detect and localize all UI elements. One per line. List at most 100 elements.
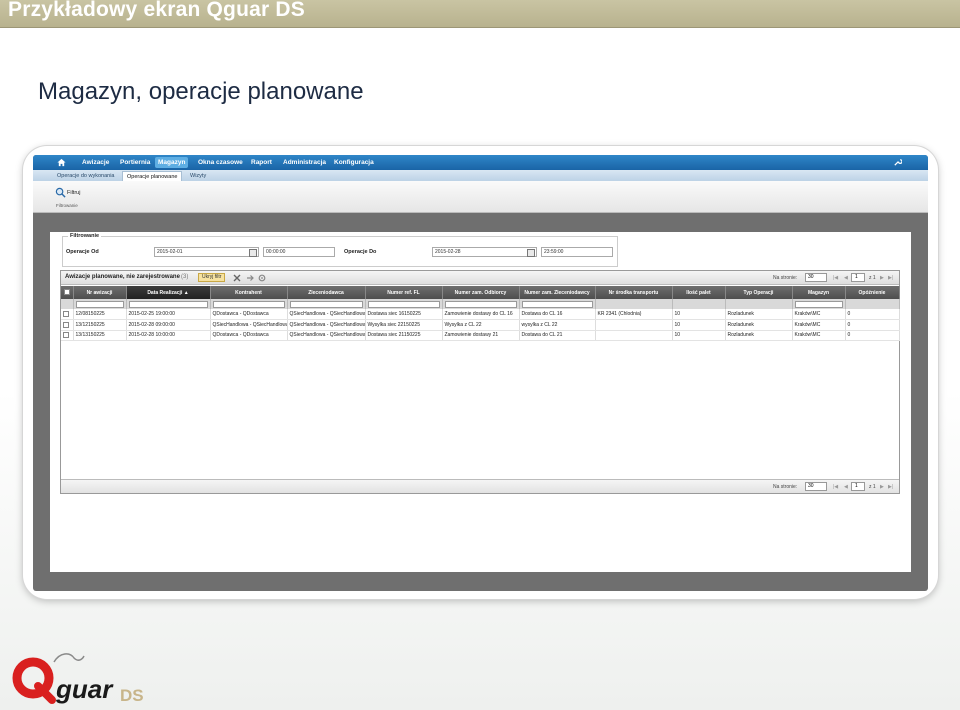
row-select-cell[interactable] (61, 319, 74, 331)
to-date-value: 2015-02-28 (435, 249, 461, 255)
to-date-field[interactable]: 2015-02-28 (432, 247, 537, 257)
row-checkbox[interactable] (63, 321, 69, 328)
export-icon[interactable] (246, 274, 254, 282)
grid-panel: Awizacje planowane, nie zarejestrowane (… (60, 270, 900, 494)
table-cell: 2015-02-25 19:00:00 (126, 309, 211, 320)
table-cell (595, 330, 673, 341)
settings-icon[interactable] (258, 274, 266, 282)
nav-konfiguracja[interactable]: Konfiguracja (331, 157, 377, 168)
prev-page-icon[interactable]: ◀ (844, 484, 848, 490)
col-header-label: Data Realizacji (147, 289, 183, 296)
column-filter[interactable] (126, 299, 211, 309)
clear-icon[interactable] (233, 274, 241, 282)
col-header[interactable]: Numer zam. Odbiorcy (442, 286, 520, 299)
tab-operacje-planowane[interactable]: Operacje planowane (122, 171, 183, 181)
table-cell: QSiecHandlowa - QSiecHandlowa (287, 319, 366, 331)
table-cell: QSiecHandlowa - QSiecHandlowa (287, 330, 366, 341)
calendar-icon[interactable] (527, 249, 535, 257)
select-all-header[interactable] (61, 286, 74, 299)
row-select-cell[interactable] (61, 330, 74, 341)
hide-filter-button[interactable]: Ukryj filtr (198, 273, 226, 282)
sort-asc-icon: ▲ (183, 289, 189, 296)
filter-cell-empty (61, 299, 74, 309)
search-icon (55, 187, 66, 198)
next-page-icon[interactable]: ▶ (880, 275, 884, 281)
from-time-field[interactable]: 00:00:00 (263, 247, 335, 257)
per-page-select[interactable]: 30 (805, 273, 827, 282)
data-table: Nr awizacji Data Realizacji ▲ Kontrahent… (61, 286, 900, 341)
tab-wizyty[interactable]: Wizyty (186, 171, 210, 181)
table-cell: 13/13150225 (73, 330, 127, 341)
col-header[interactable]: Numer zam. Zleceniodawcy (519, 286, 596, 299)
nav-magazyn[interactable]: Magazyn (155, 157, 189, 168)
nav-administracja[interactable]: Administracja (280, 157, 329, 168)
calendar-icon[interactable] (249, 249, 257, 257)
from-date-value: 2015-02-01 (157, 249, 183, 255)
row-checkbox[interactable] (63, 310, 69, 317)
select-all-checkbox[interactable] (63, 289, 70, 296)
col-header[interactable]: Opóźnienie (845, 286, 900, 299)
last-page-icon[interactable]: ▶| (888, 275, 893, 281)
table-cell: Dostawa do CL 21 (519, 330, 596, 341)
per-page-select[interactable]: 30 (805, 482, 827, 491)
from-label: Operacje Od (66, 249, 99, 255)
next-page-icon[interactable]: ▶ (880, 484, 884, 490)
col-header[interactable]: Magazyn (792, 286, 846, 299)
row-select-cell[interactable] (61, 309, 74, 320)
slide-header-bar: Przykładowy ekran Qguar DS (0, 0, 960, 28)
toolbar: Filtruj Filtrowanie (33, 181, 928, 213)
nav-portiernia[interactable]: Portiernia (117, 157, 153, 168)
prev-page-icon[interactable]: ◀ (844, 275, 848, 281)
table-cell: QDostawca - QDostawca (210, 309, 288, 320)
from-date-field[interactable]: 2015-02-01 (154, 247, 259, 257)
col-header[interactable]: Nr awizacji (73, 286, 127, 299)
page-input[interactable]: 1 (851, 273, 865, 282)
table-row[interactable]: 13/12150225 2015-02-28 09:00:00 QSiecHandl… (61, 319, 900, 331)
column-filter[interactable] (73, 299, 127, 309)
col-header[interactable]: Typ Operacji (725, 286, 793, 299)
table-cell: Zamowienie dostawy do CL 16 (442, 309, 520, 320)
row-checkbox[interactable] (63, 332, 69, 339)
filter-button[interactable]: Filtruj Filtrowanie (53, 184, 85, 210)
col-header[interactable]: Zleceniodawca (287, 286, 366, 299)
col-header[interactable]: Ilość palet (672, 286, 726, 299)
column-filter[interactable] (287, 299, 366, 309)
col-header[interactable]: Nr środka transportu (595, 286, 673, 299)
column-filter[interactable] (442, 299, 520, 309)
table-cell: 2015-02-28 09:00:00 (126, 319, 211, 331)
sub-nav: Operacje do wykonania Operacje planowane… (33, 170, 928, 181)
to-time-field[interactable]: 23:59:00 (541, 247, 613, 257)
filter-button-label: Filtruj (67, 190, 81, 196)
column-filter[interactable] (365, 299, 443, 309)
col-header[interactable]: Kontrahent (210, 286, 288, 299)
table-cell: Kraków\MC (792, 309, 846, 320)
column-filter (672, 299, 726, 309)
from-time-value: 00:00:00 (266, 249, 286, 255)
nav-raport[interactable]: Raport (248, 157, 275, 168)
col-header[interactable]: Numer ref. FL (365, 286, 443, 299)
home-icon[interactable] (57, 158, 66, 167)
column-filter[interactable] (792, 299, 846, 309)
per-page-label: Na stronie: (773, 275, 798, 281)
table-cell: Wysylka siec 22150225 (365, 319, 443, 331)
last-page-icon[interactable]: ▶| (888, 484, 893, 490)
slide-header: Przykładowy ekran Qguar DS (8, 0, 305, 21)
column-filter[interactable] (519, 299, 596, 309)
first-page-icon[interactable]: |◀ (833, 484, 838, 490)
nav-okna-czasowe[interactable]: Okna czasowe (195, 157, 246, 168)
column-filter (845, 299, 900, 309)
tab-operacje-do-wykonania[interactable]: Operacje do wykonania (53, 171, 118, 181)
col-header-sorted[interactable]: Data Realizacji ▲ (126, 286, 211, 299)
table-cell: QSiecHandlowa - QSiecHandlowa (210, 319, 288, 331)
logo-suffix: DS (120, 686, 144, 705)
table-cell: QDostawca - QDostawca (210, 330, 288, 341)
first-page-icon[interactable]: |◀ (833, 275, 838, 281)
column-filter[interactable] (210, 299, 288, 309)
table-cell: Dostawa siec 21150225 (365, 330, 443, 341)
table-row[interactable]: 13/13150225 2015-02-28 10:00:00 QDostawca … (61, 330, 900, 341)
table-cell: 2015-02-28 10:00:00 (126, 330, 211, 341)
page-input[interactable]: 1 (851, 482, 865, 491)
nav-awizacje[interactable]: Awizacje (79, 157, 112, 168)
wrench-icon[interactable] (893, 158, 902, 167)
table-row[interactable]: 12/08150225 2015-02-25 19:00:00 QDostawca … (61, 309, 900, 320)
